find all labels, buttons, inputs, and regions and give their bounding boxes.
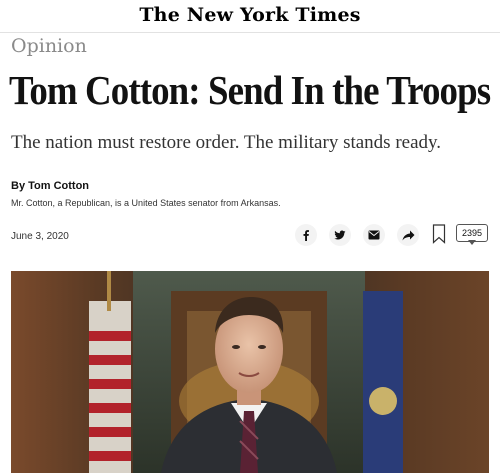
facebook-share-button[interactable] [295, 224, 317, 246]
section-label[interactable]: Opinion [11, 35, 87, 57]
twitter-icon [334, 230, 346, 240]
email-share-button[interactable] [363, 224, 385, 246]
save-bookmark-button[interactable] [432, 224, 446, 244]
senator-photo-illustration [11, 271, 489, 473]
summary: The nation must restore order. The milit… [11, 132, 442, 153]
email-icon [368, 230, 380, 240]
nyt-logo[interactable]: The New York Times [139, 4, 360, 26]
more-share-button[interactable] [397, 224, 419, 246]
comments-button[interactable]: 2395 [456, 224, 488, 245]
masthead: The New York Times [0, 0, 500, 33]
author-bio: Mr. Cotton, a Republican, is a United St… [11, 198, 281, 208]
lead-photo [11, 271, 489, 473]
publish-date: June 3, 2020 [11, 231, 69, 242]
byline[interactable]: By Tom Cotton [11, 180, 89, 192]
share-arrow-icon [402, 230, 414, 240]
facebook-icon [303, 230, 309, 241]
speech-bubble-tail [468, 240, 476, 245]
headline: Tom Cotton: Send In the Troops [9, 67, 491, 113]
bookmark-icon [432, 224, 446, 244]
twitter-share-button[interactable] [329, 224, 351, 246]
